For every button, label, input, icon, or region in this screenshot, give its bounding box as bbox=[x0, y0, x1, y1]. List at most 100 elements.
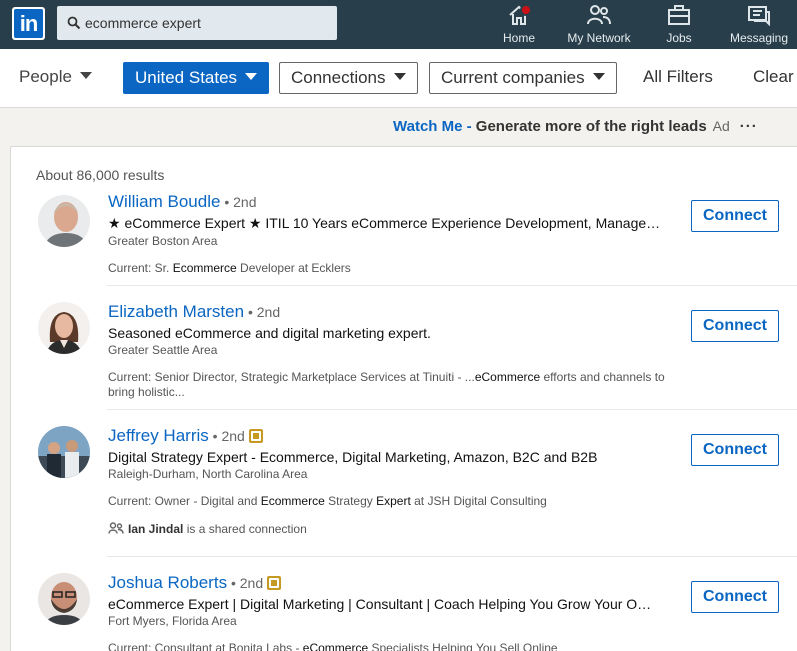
messaging-icon bbox=[748, 6, 770, 26]
profile-photo bbox=[38, 573, 90, 625]
profile-headline: ★ eCommerce Expert ★ ITIL 10 Years eComm… bbox=[108, 215, 661, 231]
current-position-snippet: Current: Senior Director, Strategic Mark… bbox=[108, 370, 673, 400]
snippet-text: Current: Senior Director, Strategic Mark… bbox=[108, 370, 475, 384]
location-filter-label: United States bbox=[135, 68, 238, 87]
chevron-down-icon bbox=[245, 73, 258, 80]
nav-home-label: Home bbox=[502, 31, 535, 45]
profile-name-link[interactable]: Jeffrey Harris bbox=[108, 426, 209, 445]
nav-home[interactable]: Home bbox=[500, 4, 538, 46]
profile-location: Fort Myers, Florida Area bbox=[108, 614, 237, 628]
result-count: About 86,000 results bbox=[36, 167, 165, 183]
more-options-icon[interactable]: ··· bbox=[740, 118, 758, 135]
connections-filter-button[interactable]: Connections bbox=[279, 62, 418, 94]
snippet-highlight: Expert bbox=[376, 494, 411, 508]
connection-degree: • 2nd bbox=[244, 304, 281, 320]
shared-connection-name: Ian Jindal bbox=[128, 522, 184, 536]
all-filters-button[interactable]: All Filters bbox=[643, 62, 713, 94]
sponsored-ad: Watch Me - Generate more of the right le… bbox=[393, 118, 758, 135]
top-navigation-bar: in Home My Network Jobs bbox=[0, 0, 797, 49]
chevron-down-icon bbox=[79, 72, 92, 79]
connect-button[interactable]: Connect bbox=[691, 581, 779, 613]
nav-my-network[interactable]: My Network bbox=[563, 4, 635, 46]
name-line: Joshua Roberts • 2nd bbox=[108, 573, 673, 593]
avatar[interactable] bbox=[38, 302, 90, 354]
linkedin-logo-text: in bbox=[14, 9, 43, 38]
nav-messaging[interactable]: Messaging bbox=[727, 4, 791, 46]
premium-badge-icon bbox=[248, 429, 263, 443]
search-input[interactable] bbox=[85, 6, 333, 40]
snippet-highlight: eCommerce bbox=[474, 370, 541, 384]
profile-location: Greater Seattle Area bbox=[108, 343, 218, 357]
profile-photo bbox=[38, 302, 90, 354]
nav-jobs[interactable]: Jobs bbox=[662, 4, 696, 46]
connection-degree: • 2nd bbox=[227, 575, 264, 591]
snippet-text: Specialists Helping You Sell Online bbox=[368, 641, 558, 651]
profile-photo bbox=[38, 195, 90, 247]
avatar[interactable] bbox=[38, 573, 90, 625]
current-position-snippet: Current: Sr. Ecommerce Developer at Eckl… bbox=[108, 261, 673, 276]
search-icon bbox=[67, 16, 81, 30]
briefcase-icon bbox=[668, 5, 690, 25]
ad-link[interactable]: Watch Me - bbox=[393, 118, 476, 135]
name-line: William Boudle • 2nd bbox=[108, 192, 673, 212]
profile-headline: eCommerce Expert | Digital Marketing | C… bbox=[108, 596, 652, 612]
snippet-text: Strategy bbox=[324, 494, 377, 508]
name-line: Jeffrey Harris • 2nd bbox=[108, 426, 673, 446]
linkedin-logo[interactable]: in bbox=[12, 7, 45, 40]
snippet-highlight: Ecommerce bbox=[172, 261, 237, 275]
snippet-highlight: eCommerce bbox=[302, 641, 369, 651]
result-item-elizabeth-marsten: Elizabeth Marsten • 2nd Seasoned eCommer… bbox=[11, 286, 797, 410]
location-filter-button[interactable]: United States bbox=[123, 62, 270, 94]
search-filter-bar: People United States Connections Current… bbox=[0, 49, 797, 108]
result-info: Elizabeth Marsten • 2nd Seasoned eCommer… bbox=[108, 302, 673, 400]
name-line: Elizabeth Marsten • 2nd bbox=[108, 302, 673, 322]
result-item-jeffrey-harris: Jeffrey Harris • 2nd Digital Strategy Ex… bbox=[11, 410, 797, 557]
profile-name-link[interactable]: William Boudle bbox=[108, 192, 220, 211]
profile-headline: Seasoned eCommerce and digital marketing… bbox=[108, 325, 431, 341]
snippet-text: Current: Owner - Digital and bbox=[108, 494, 261, 508]
network-icon bbox=[587, 5, 611, 25]
shared-connection[interactable]: Ian Jindal is a shared connection bbox=[108, 522, 673, 536]
avatar[interactable] bbox=[38, 426, 90, 478]
people-filter-dropdown[interactable]: People bbox=[19, 62, 92, 94]
people-filter-label: People bbox=[19, 67, 72, 86]
result-item-joshua-roberts: Joshua Roberts • 2nd eCommerce Expert | … bbox=[11, 557, 797, 651]
profile-location: Raleigh-Durham, North Carolina Area bbox=[108, 467, 308, 481]
current-position-snippet: Current: Owner - Digital and Ecommerce S… bbox=[108, 494, 673, 509]
profile-headline: Digital Strategy Expert - Ecommerce, Dig… bbox=[108, 449, 598, 465]
ad-text[interactable]: Generate more of the right leads bbox=[476, 118, 707, 135]
current-position-snippet: Current: Consultant at Bonita Labs - eCo… bbox=[108, 641, 673, 651]
nav-my-network-label: My Network bbox=[567, 31, 631, 45]
connection-degree: • 2nd bbox=[220, 194, 257, 210]
result-item-william-boudle: William Boudle • 2nd ★ eCommerce Expert … bbox=[11, 185, 797, 286]
search-box[interactable] bbox=[57, 6, 337, 40]
search-results-card: About 86,000 results William Boudle • 2n… bbox=[10, 146, 797, 651]
current-companies-filter-button[interactable]: Current companies bbox=[429, 62, 617, 94]
ad-tag: Ad bbox=[712, 118, 730, 134]
chevron-down-icon bbox=[393, 73, 406, 80]
nav-jobs-label: Jobs bbox=[666, 31, 692, 45]
profile-name-link[interactable]: Elizabeth Marsten bbox=[108, 302, 244, 321]
profile-photo bbox=[38, 426, 90, 478]
shared-connection-icon bbox=[108, 522, 124, 534]
premium-badge-icon bbox=[267, 576, 282, 590]
connection-degree: • 2nd bbox=[208, 428, 245, 444]
profile-location: Greater Boston Area bbox=[108, 234, 218, 248]
current-companies-filter-label: Current companies bbox=[441, 68, 585, 87]
connections-filter-label: Connections bbox=[291, 68, 386, 87]
result-info: Joshua Roberts • 2nd eCommerce Expert | … bbox=[108, 573, 673, 651]
avatar[interactable] bbox=[38, 195, 90, 247]
result-info: Jeffrey Harris • 2nd Digital Strategy Ex… bbox=[108, 426, 673, 536]
connect-button[interactable]: Connect bbox=[691, 310, 779, 342]
snippet-highlight: Ecommerce bbox=[260, 494, 325, 508]
clear-filters-button[interactable]: Clear bbox=[753, 62, 794, 94]
snippet-text: Developer at Ecklers bbox=[236, 261, 351, 275]
notification-badge bbox=[520, 4, 532, 16]
snippet-text: at JSH Digital Consulting bbox=[410, 494, 547, 508]
shared-connection-text: is a shared connection bbox=[183, 522, 307, 536]
connect-button[interactable]: Connect bbox=[691, 200, 779, 232]
profile-name-link[interactable]: Joshua Roberts bbox=[108, 573, 227, 592]
connect-button[interactable]: Connect bbox=[691, 434, 779, 466]
chevron-down-icon bbox=[592, 73, 605, 80]
snippet-text: Current: Sr. bbox=[108, 261, 173, 275]
